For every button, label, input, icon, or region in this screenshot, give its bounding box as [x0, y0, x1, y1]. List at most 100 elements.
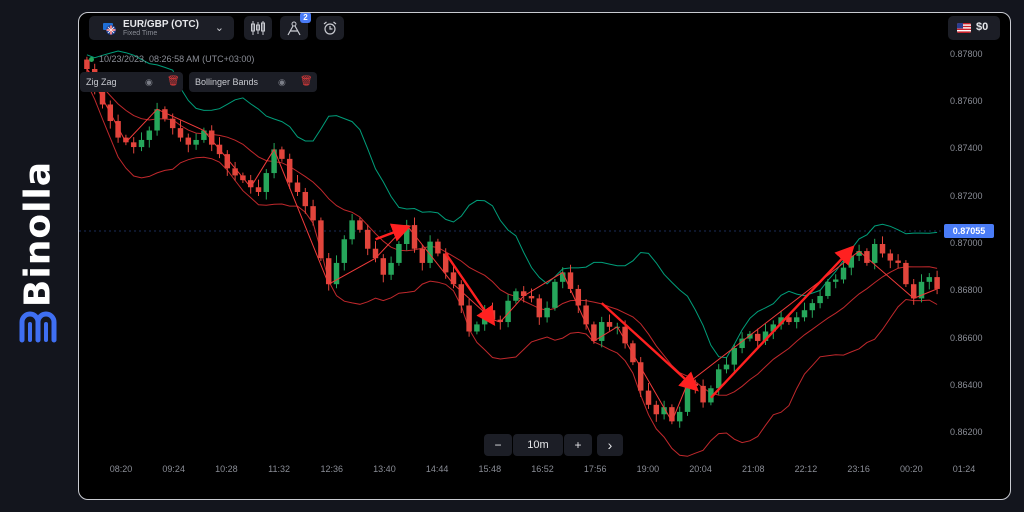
indicator-label: Bollinger Bands: [195, 77, 259, 87]
time-tick-label: 08:20: [109, 464, 133, 474]
candle-body: [388, 262, 394, 275]
candle-body: [286, 158, 293, 183]
candle-body: [364, 229, 371, 249]
candle-body: [754, 333, 761, 341]
candle-body: [598, 322, 605, 341]
candle-body: [458, 284, 465, 306]
candle-body: [591, 324, 597, 341]
candle-body: [832, 279, 839, 282]
candle-body: [715, 369, 722, 389]
trash-icon[interactable]: 🗑: [300, 76, 313, 87]
balance-amount: $0: [976, 21, 989, 33]
chevron-right-icon: ›: [607, 437, 613, 453]
candle-body: [801, 310, 808, 318]
candle-body: [544, 307, 550, 318]
candle-body: [357, 220, 363, 230]
asset-type: Fixed Time: [123, 30, 158, 37]
candle-body: [279, 149, 285, 159]
time-tick-label: 19:00: [636, 464, 660, 474]
candle-body: [302, 191, 309, 207]
candle-body: [380, 258, 387, 275]
price-tick-label: 0.87600: [950, 96, 983, 107]
chart-type-button[interactable]: [244, 16, 272, 40]
current-price-label: 0.87055: [944, 223, 994, 238]
candle-body: [630, 343, 636, 363]
candle-body: [154, 109, 160, 131]
zoom-in-button[interactable]: +: [564, 434, 592, 456]
candle-body: [809, 303, 816, 311]
price-tick-label: 0.86200: [950, 427, 983, 438]
indicator-chip-bollinger[interactable]: Bollinger Bands ◉ 🗑: [189, 72, 317, 92]
bollinger-middle-band: [86, 68, 938, 396]
time-tick-label: 12:36: [320, 464, 344, 474]
candle-body: [169, 118, 176, 129]
trend-arrow: [600, 302, 699, 392]
candle-body: [793, 317, 800, 323]
candle-body: [435, 241, 441, 254]
time-tick-label: 13:40: [373, 464, 396, 474]
candle-body: [856, 251, 862, 256]
candle-body: [310, 206, 316, 221]
brand-strip: Binolla: [0, 0, 78, 512]
chevron-down-icon[interactable]: ⌄: [215, 21, 224, 34]
candle-body: [731, 348, 738, 365]
timeframe-selector[interactable]: 10m: [513, 434, 563, 456]
candle-body: [255, 187, 262, 192]
candle-body: [903, 262, 909, 285]
live-dot-icon: [89, 57, 94, 63]
candle-body: [396, 244, 402, 263]
candle-body: [934, 277, 940, 289]
candle-body: [193, 139, 199, 145]
bollinger-upper-band: [86, 50, 938, 359]
candle-body: [294, 182, 301, 192]
eye-icon[interactable]: ◉: [145, 77, 153, 88]
candle-body: [513, 291, 519, 301]
price-tick-label: 0.87000: [950, 238, 983, 248]
top-bar: EUR/GBP (OTC) Fixed Time ⌄ 2 $0: [79, 13, 1010, 43]
asset-selector[interactable]: EUR/GBP (OTC) Fixed Time ⌄: [89, 16, 234, 40]
time-tick-label: 01:24: [952, 464, 976, 474]
drawings-count-badge: 2: [300, 13, 311, 23]
candle-body: [232, 168, 238, 176]
candle-body: [606, 322, 613, 327]
indicator-chip-zigzag[interactable]: Zig Zag ◉ 🗑: [80, 72, 183, 92]
trash-icon[interactable]: 🗑: [167, 76, 180, 87]
candle-body: [723, 364, 730, 370]
candle-body: [201, 130, 207, 140]
trading-terminal: EUR/GBP (OTC) Fixed Time ⌄ 2 $0 10/23/20…: [78, 12, 1011, 500]
candle-body: [263, 173, 270, 192]
price-tick-label: 0.87800: [950, 48, 983, 59]
minus-icon: −: [494, 438, 502, 452]
eye-icon[interactable]: ◉: [278, 77, 286, 88]
candle-body: [583, 305, 589, 325]
zoom-out-button[interactable]: −: [484, 434, 512, 456]
balance-button[interactable]: $0: [948, 16, 1000, 40]
candle-body: [653, 404, 660, 415]
clock-text: 10/23/2023, 08:26:58 AM (UTC+03:00): [99, 54, 255, 64]
price-tick-label: 0.86800: [950, 285, 983, 296]
candle-body: [552, 281, 558, 308]
us-flag-icon: [957, 23, 971, 33]
drawings-button[interactable]: 2: [280, 13, 311, 40]
time-tick-label: 14:44: [425, 464, 449, 474]
candle-body: [871, 244, 878, 263]
candle-body: [528, 296, 535, 299]
alerts-button[interactable]: [316, 16, 344, 40]
candle-body: [341, 239, 348, 263]
time-tick-label: 22:12: [794, 464, 818, 474]
scroll-to-latest-button[interactable]: ›: [597, 434, 623, 456]
indicator-label: Zig Zag: [86, 77, 117, 87]
alarm-clock-icon: [323, 21, 337, 35]
candle-body: [146, 130, 153, 140]
candle-body: [466, 305, 472, 332]
time-tick-label: 00:20: [900, 464, 923, 474]
price-tick-label: 0.86400: [950, 379, 983, 390]
candle-body: [318, 220, 324, 259]
time-tick-label: 09:24: [162, 464, 185, 474]
price-tick-label: 0.86600: [950, 332, 983, 343]
candle-body: [895, 260, 901, 263]
price-tick-label: 0.87400: [950, 143, 983, 154]
plus-icon: +: [574, 438, 582, 452]
price-tick-label: 0.87200: [950, 190, 983, 201]
candle-body: [536, 298, 543, 318]
